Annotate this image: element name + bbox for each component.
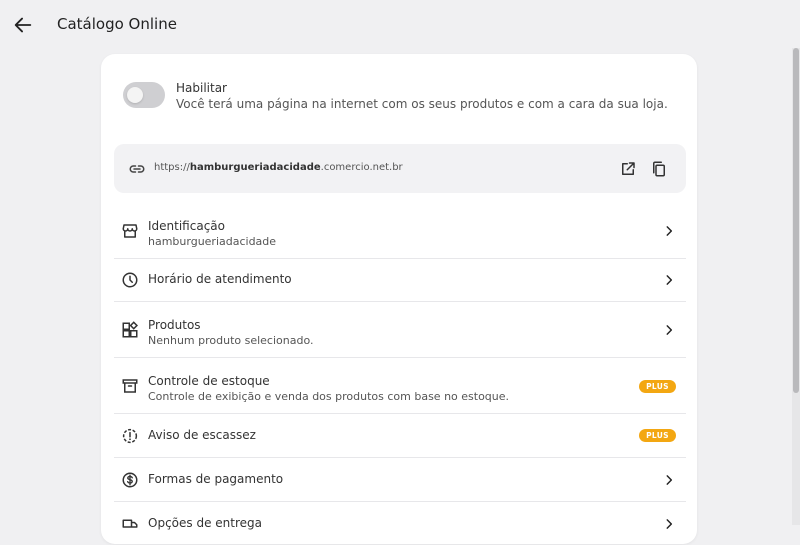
plus-badge: PLUS	[639, 380, 676, 393]
arrow-left-icon[interactable]	[12, 14, 34, 36]
page-title: Catálogo Online	[57, 15, 177, 33]
menu-item-sub: hamburgueriadacidade	[148, 235, 277, 248]
plus-badge: PLUS	[639, 429, 676, 442]
open-external-icon[interactable]	[619, 160, 637, 178]
menu-item-label: Aviso de escassez	[148, 428, 256, 442]
copy-icon[interactable]	[650, 160, 668, 178]
url-domain: hamburgueriadacidade	[189, 162, 321, 173]
menu-item-sub: Controle de exibição e venda dos produto…	[148, 390, 510, 403]
menu-item-label: Opções de entrega	[148, 516, 262, 530]
delivery-icon	[122, 519, 138, 528]
enable-title: Habilitar	[176, 81, 227, 95]
clock-icon	[122, 272, 138, 288]
menu-item-produtos[interactable]: Produtos Nenhum produto selecionado.	[114, 302, 686, 358]
catalog-url[interactable]: https://hamburgueriadacidade.comercio.ne…	[154, 162, 403, 173]
toggle-knob	[127, 87, 143, 103]
menu-item-opcoes-entrega[interactable]: Opções de entrega	[114, 502, 686, 545]
alert-badge-icon	[122, 428, 138, 444]
menu-item-label: Produtos	[148, 318, 201, 332]
enable-row: Habilitar Você terá uma página na intern…	[101, 54, 697, 139]
menu-item-aviso-escassez[interactable]: Aviso de escassez PLUS	[114, 414, 686, 458]
chevron-right-icon	[666, 275, 673, 285]
url-prefix: https://	[154, 162, 190, 173]
scrollbar[interactable]	[792, 48, 800, 525]
archive-icon	[122, 379, 138, 393]
link-icon	[129, 165, 145, 173]
menu-item-identificacao[interactable]: Identificação hamburgueriadacidade	[114, 203, 686, 259]
menu-item-horario[interactable]: Horário de atendimento	[114, 258, 686, 302]
settings-card: Habilitar Você terá uma página na intern…	[101, 54, 697, 544]
scrollbar-thumb[interactable]	[793, 48, 799, 393]
menu-item-controle-estoque[interactable]: Controle de estoque Controle de exibição…	[114, 358, 686, 414]
menu-item-label: Formas de pagamento	[148, 472, 284, 486]
chevron-right-icon	[666, 325, 673, 335]
menu-item-label: Controle de estoque	[148, 374, 270, 388]
category-icon	[122, 321, 138, 338]
chevron-right-icon	[666, 519, 673, 529]
dollar-circle-icon	[122, 472, 138, 488]
store-icon	[122, 224, 138, 238]
top-bar: Catálogo Online	[0, 0, 790, 50]
menu-item-formas-pagamento[interactable]: Formas de pagamento	[114, 458, 686, 502]
catalog-url-box: https://hamburgueriadacidade.comercio.ne…	[114, 144, 686, 193]
enable-description: Você terá uma página na internet com os …	[176, 97, 668, 111]
menu-item-label: Horário de atendimento	[148, 272, 292, 286]
url-suffix: .comercio.net.br	[320, 162, 403, 173]
chevron-right-icon	[666, 475, 673, 485]
chevron-right-icon	[666, 226, 673, 236]
menu-item-sub: Nenhum produto selecionado.	[148, 334, 314, 347]
enable-toggle[interactable]	[123, 82, 165, 108]
menu-item-label: Identificação	[148, 219, 225, 233]
